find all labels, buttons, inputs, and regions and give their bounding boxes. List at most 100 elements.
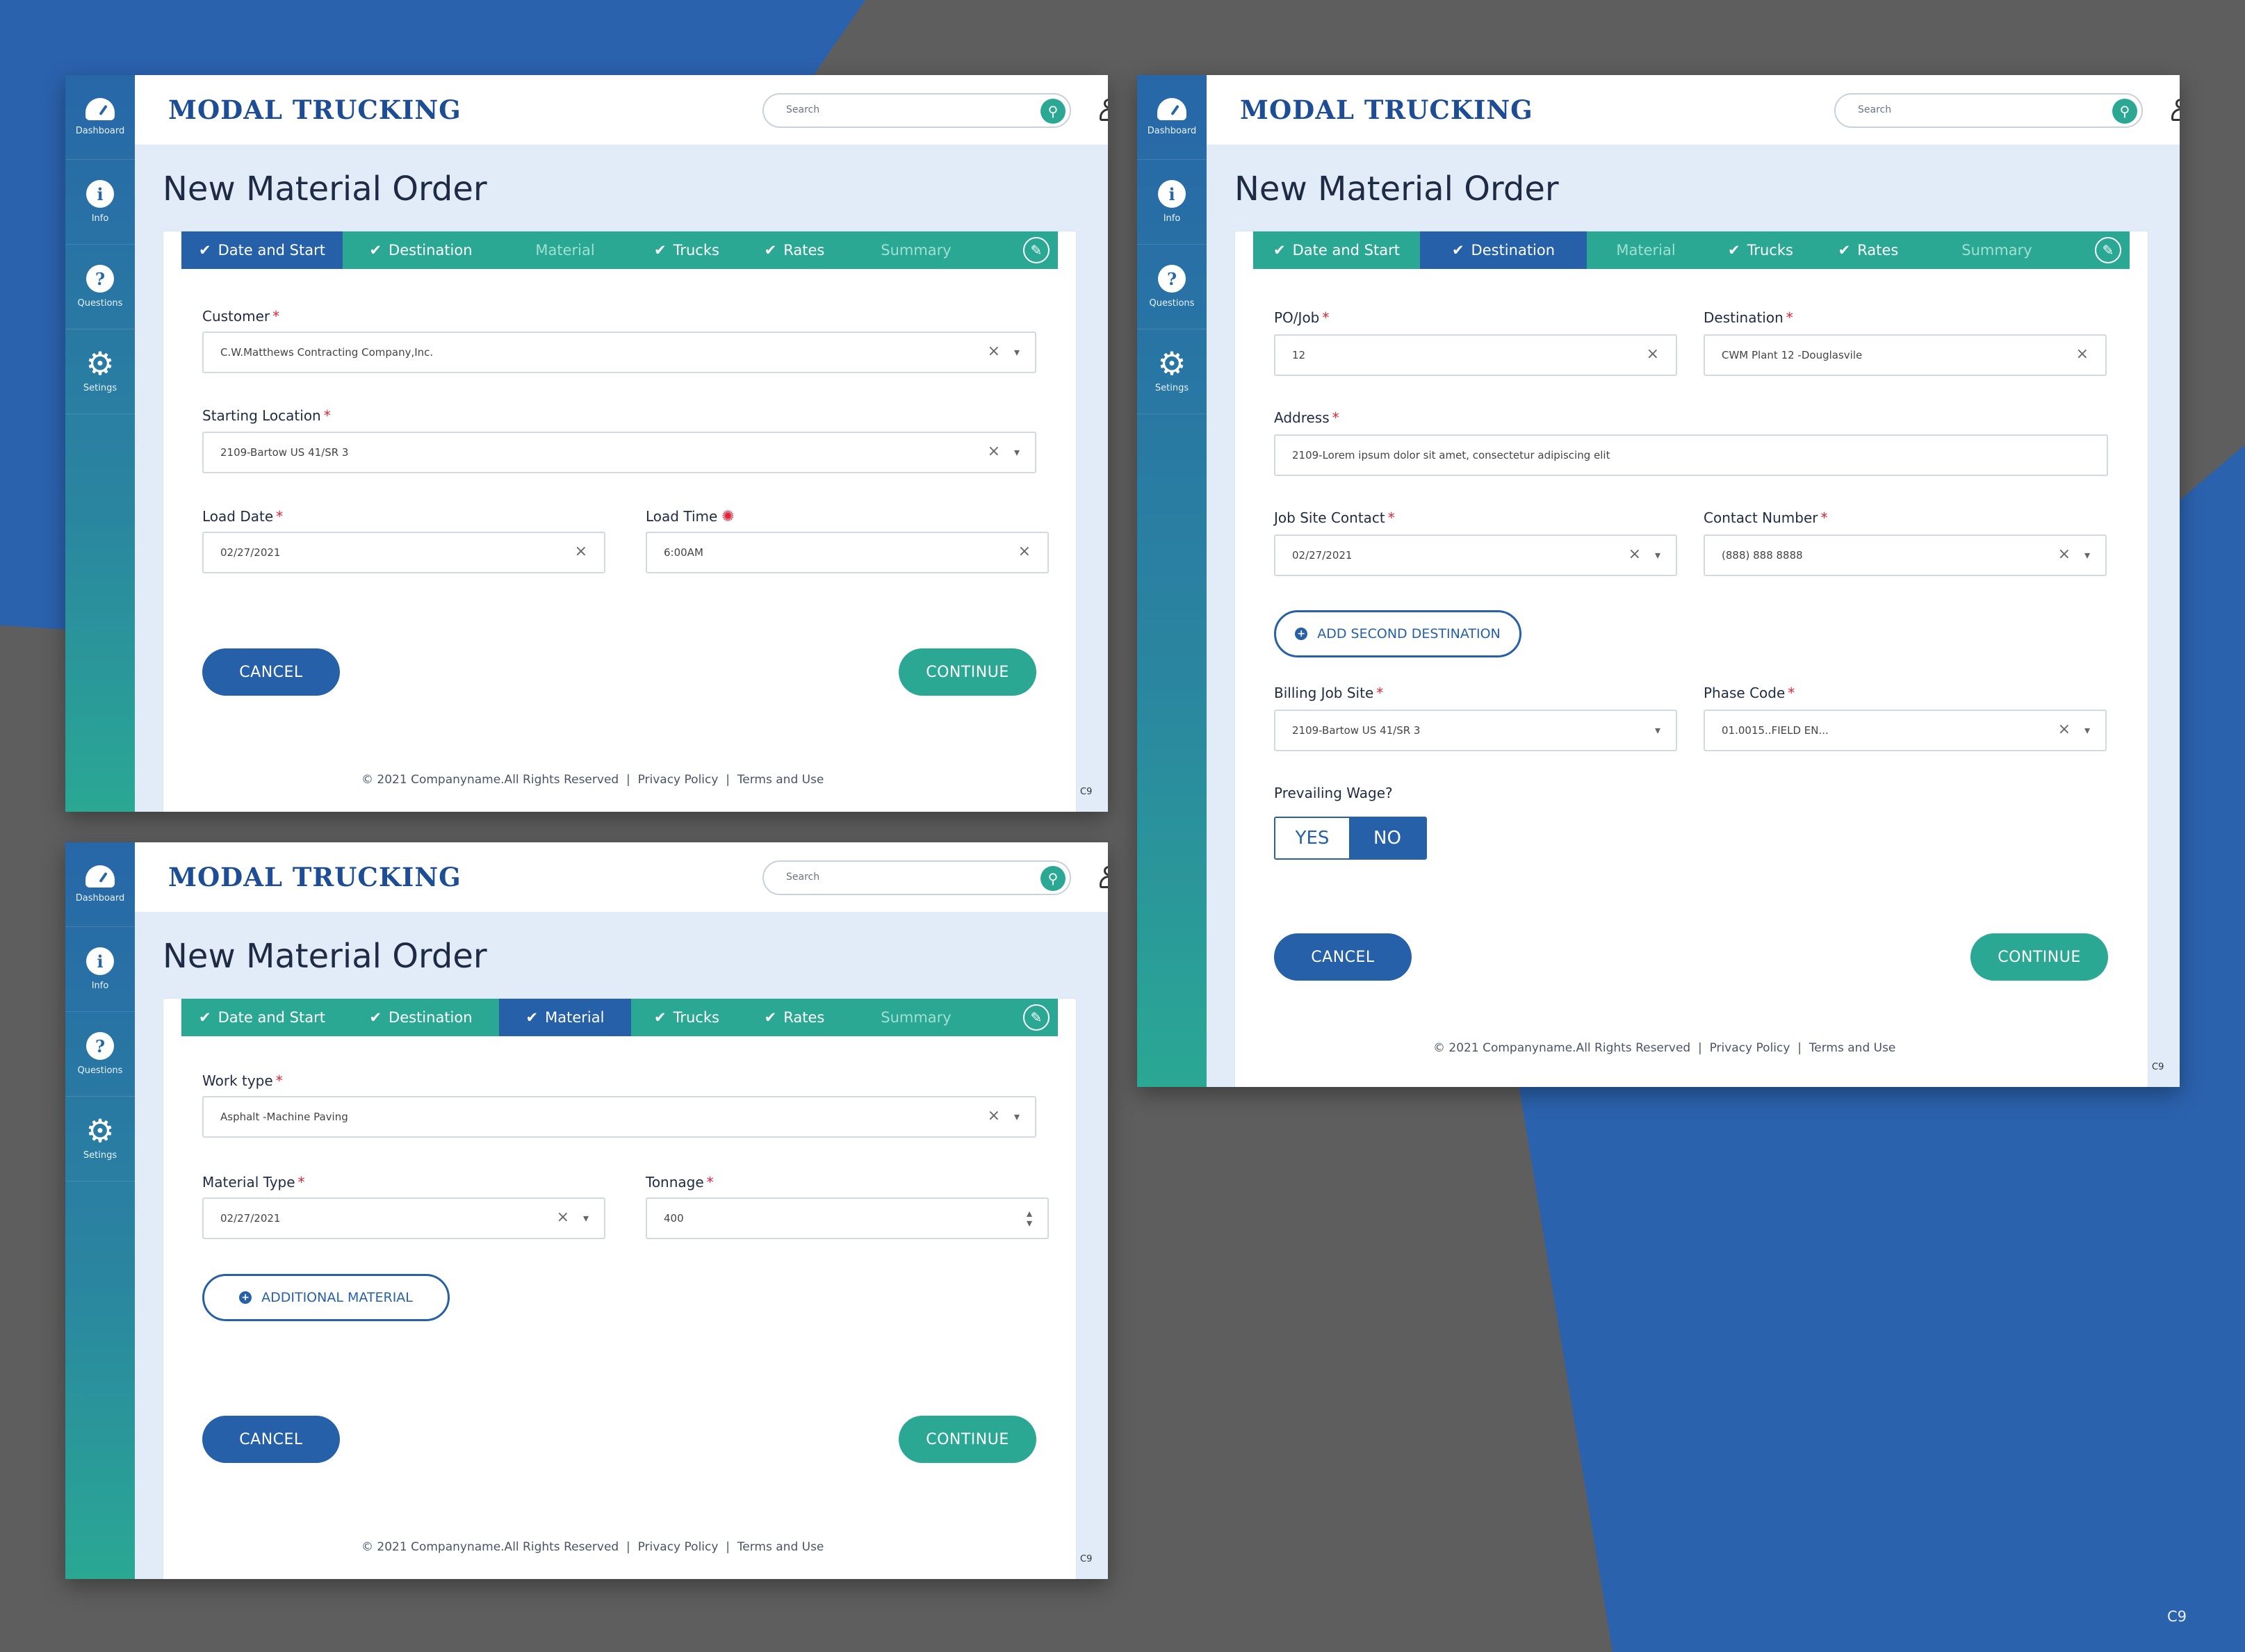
destination-field[interactable]: CWM Plant 12 -Douglasvile × (1704, 334, 2107, 376)
check-icon: ✔ (369, 1009, 382, 1026)
edit-icon[interactable]: ✎ (1023, 237, 1050, 263)
user-icon[interactable] (1098, 866, 1108, 890)
terms-link[interactable]: Terms and Use (1809, 1041, 1896, 1055)
load-time-field[interactable]: 6:00AM × (646, 532, 1049, 573)
clear-icon[interactable]: × (1628, 546, 1641, 563)
chevron-down-icon[interactable]: ▾ (1014, 1110, 1020, 1123)
terms-link[interactable]: Terms and Use (737, 773, 824, 787)
material-type-select[interactable]: 02/27/2021 × ▾ (202, 1197, 605, 1239)
search-icon[interactable]: ⚲ (2112, 99, 2137, 124)
privacy-link[interactable]: Privacy Policy (638, 773, 719, 787)
user-icon[interactable] (2170, 99, 2180, 122)
chevron-down-icon[interactable]: ▾ (1014, 445, 1020, 459)
clear-icon[interactable]: × (575, 543, 587, 560)
job-site-contact-select[interactable]: 02/27/2021 × ▾ (1274, 534, 1677, 576)
edit-icon[interactable]: ✎ (2095, 237, 2121, 263)
tab-destination[interactable]: ✔ Destination (343, 231, 499, 269)
sidebar-item-questions[interactable]: ? Questions (65, 1012, 135, 1097)
clear-icon[interactable]: × (2058, 546, 2071, 563)
clear-icon[interactable]: × (988, 343, 1000, 360)
po-job-label: PO/Job * (1274, 309, 1330, 326)
chevron-down-icon[interactable]: ▾ (2084, 548, 2090, 562)
sidebar-item-info[interactable]: i Info (65, 160, 135, 245)
tonnage-stepper[interactable]: 400 ▴ ▾ (646, 1197, 1049, 1239)
continue-button[interactable]: CONTINUE (899, 648, 1036, 696)
clear-icon[interactable]: × (988, 443, 1000, 460)
address-field[interactable]: 2109-Lorem ipsum dolor sit amet, consect… (1274, 434, 2108, 476)
sidebar-item-label: Setings (83, 1150, 117, 1161)
clear-icon[interactable]: × (1647, 345, 1659, 363)
continue-button[interactable]: CONTINUE (899, 1416, 1036, 1463)
sidebar-item-questions[interactable]: ? Questions (65, 245, 135, 329)
tab-date-and-start[interactable]: ✔ Date and Start (1253, 231, 1420, 269)
edit-icon[interactable]: ✎ (1023, 1004, 1050, 1031)
tab-rates[interactable]: ✔ Rates (742, 231, 847, 269)
tab-date-and-start[interactable]: ✔ Date and Start (181, 231, 343, 269)
stepper-arrows-icon[interactable]: ▴ ▾ (1027, 1208, 1032, 1229)
clear-icon[interactable]: × (988, 1107, 1000, 1124)
footer: © 2021 Companyname.All Rights Reserved |… (361, 773, 824, 787)
po-job-field[interactable]: 12 × (1274, 334, 1677, 376)
sidebar-item-settings[interactable]: ⚙ Setings (1137, 329, 1207, 414)
sidebar-item-info[interactable]: i Info (65, 927, 135, 1012)
tab-date-and-start[interactable]: ✔ Date and Start (181, 999, 343, 1036)
sidebar-item-dashboard[interactable]: Dashboard (65, 842, 135, 927)
clear-icon[interactable]: × (2058, 721, 2071, 738)
tab-summary[interactable]: Summary (847, 999, 986, 1036)
tab-rates[interactable]: ✔ Rates (742, 999, 847, 1036)
search-input[interactable]: Search ⚲ (1834, 93, 2143, 128)
tab-summary[interactable]: Summary (1920, 231, 2073, 269)
user-icon[interactable] (1098, 99, 1108, 122)
load-date-field[interactable]: 02/27/2021 × (202, 532, 605, 573)
yes-option[interactable]: YES (1275, 818, 1349, 858)
tab-trucks[interactable]: ✔ Trucks (631, 999, 742, 1036)
sidebar-item-settings[interactable]: ⚙ Setings (65, 329, 135, 414)
tab-destination[interactable]: ✔ Destination (1420, 231, 1587, 269)
starting-location-select[interactable]: 2109-Bartow US 41/SR 3 × ▾ (202, 432, 1036, 473)
sidebar-item-info[interactable]: i Info (1137, 160, 1207, 245)
no-option[interactable]: NO (1349, 818, 1426, 858)
clear-icon[interactable]: × (557, 1209, 569, 1226)
contact-number-select[interactable]: (888) 888 8888 × ▾ (1704, 534, 2107, 576)
customer-select[interactable]: C.W.Matthews Contracting Company,Inc. × ▾ (202, 332, 1036, 373)
search-input[interactable]: Search ⚲ (762, 93, 1071, 128)
terms-link[interactable]: Terms and Use (737, 1540, 824, 1554)
cancel-button[interactable]: CANCEL (202, 648, 340, 696)
additional-material-button[interactable]: + ADDITIONAL MATERIAL (202, 1274, 450, 1321)
tab-trucks[interactable]: ✔ Trucks (1705, 231, 1816, 269)
search-input[interactable]: Search ⚲ (762, 860, 1071, 895)
privacy-link[interactable]: Privacy Policy (1710, 1041, 1790, 1055)
chevron-down-icon[interactable]: ▾ (2084, 723, 2090, 737)
tab-material[interactable]: ✔ Material (499, 999, 631, 1036)
sidebar-item-dashboard[interactable]: Dashboard (65, 75, 135, 160)
chevron-down-icon[interactable]: ▾ (1014, 345, 1020, 359)
work-type-select[interactable]: Asphalt -Machine Paving × ▾ (202, 1096, 1036, 1138)
continue-button[interactable]: CONTINUE (1970, 933, 2108, 981)
tab-trucks[interactable]: ✔ Trucks (631, 231, 742, 269)
cancel-button[interactable]: CANCEL (1274, 933, 1412, 981)
clear-icon[interactable]: × (1018, 543, 1031, 560)
tab-material[interactable]: Material (499, 231, 631, 269)
clear-icon[interactable]: × (2076, 345, 2089, 363)
chevron-down-icon[interactable]: ▾ (583, 1211, 589, 1225)
chevron-down-icon[interactable]: ▾ (1655, 548, 1660, 562)
sidebar-item-dashboard[interactable]: Dashboard (1137, 75, 1207, 160)
page-code: C9 (2167, 1608, 2187, 1625)
search-icon[interactable]: ⚲ (1040, 99, 1066, 124)
cancel-button[interactable]: CANCEL (202, 1416, 340, 1463)
tab-material[interactable]: Material (1587, 231, 1705, 269)
phase-code-select[interactable]: 01.0015..FIELD EN... × ▾ (1704, 710, 2107, 751)
check-icon: ✔ (1728, 242, 1740, 259)
billing-job-site-select[interactable]: 2109-Bartow US 41/SR 3 ▾ (1274, 710, 1677, 751)
tab-summary[interactable]: Summary (847, 231, 986, 269)
tab-destination[interactable]: ✔ Destination (343, 999, 499, 1036)
chevron-down-icon[interactable]: ▾ (1655, 723, 1660, 737)
tab-rates[interactable]: ✔ Rates (1816, 231, 1920, 269)
sidebar-item-settings[interactable]: ⚙ Setings (65, 1097, 135, 1181)
destination-label: Destination * (1704, 309, 1793, 326)
privacy-link[interactable]: Privacy Policy (638, 1540, 719, 1554)
tonnage-label: Tonnage * (646, 1174, 714, 1191)
sidebar-item-questions[interactable]: ? Questions (1137, 245, 1207, 329)
search-icon[interactable]: ⚲ (1040, 866, 1066, 891)
add-second-destination-button[interactable]: + ADD SECOND DESTINATION (1274, 610, 1521, 657)
